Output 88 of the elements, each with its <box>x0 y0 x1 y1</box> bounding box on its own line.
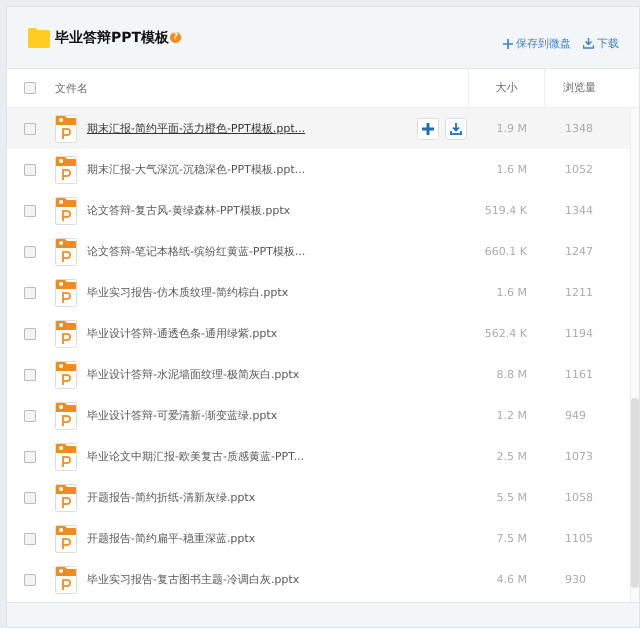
save-button[interactable] <box>417 118 439 140</box>
file-name-link[interactable]: 论文答辩-复古风-黄绿森林-PPT模板.pptx <box>87 203 387 218</box>
folder-icon <box>27 26 51 48</box>
ppt-file-icon <box>55 524 77 552</box>
row-checkbox[interactable] <box>24 532 36 544</box>
row-checkbox[interactable] <box>24 246 36 258</box>
table-row[interactable]: 论文答辩-复古风-黄绿森林-PPT模板.pptx 519.4 K 1344 <box>7 190 630 231</box>
ppt-file-icon <box>55 484 77 512</box>
table-row[interactable]: 毕业论文中期汇报-欧美复古-质感黄蓝-PPT... 2.5 M 1073 <box>7 436 630 477</box>
view-count: 949 <box>564 409 587 422</box>
view-count: 1105 <box>564 532 594 545</box>
row-checkbox[interactable] <box>24 164 36 176</box>
ppt-file-icon <box>55 320 77 348</box>
view-count: 1161 <box>564 368 594 381</box>
table-row[interactable]: 开题报告-简约扁平-稳重深蓝.pptx 7.5 M 1105 <box>7 518 630 559</box>
column-header[interactable]: 大小 <box>468 69 544 107</box>
view-count: 1194 <box>564 327 594 340</box>
ppt-file-icon <box>55 156 77 184</box>
download-button[interactable] <box>445 118 467 140</box>
table-row[interactable]: 毕业实习报告-复古图书主题-冷调白灰.pptx 4.6 M 930 <box>7 559 630 600</box>
ppt-file-icon <box>55 278 77 306</box>
plus-icon <box>503 38 513 48</box>
table-row[interactable]: 期末汇报-大气深沉-沉稳深色-PPT模板.ppt... 1.6 M 1052 <box>7 149 630 190</box>
table-row[interactable]: 论文答辩-笔记本格纸-缤纷红黄蓝-PPT模板... 660.1 K 1247 <box>7 231 630 272</box>
row-checkbox[interactable] <box>24 492 36 504</box>
file-name-link[interactable]: 期末汇报-大气深沉-沉稳深色-PPT模板.ppt... <box>87 162 387 177</box>
row-checkbox[interactable] <box>24 204 36 216</box>
file-name-link[interactable]: 毕业论文中期汇报-欧美复古-质感黄蓝-PPT... <box>87 449 387 464</box>
download-icon <box>450 122 462 134</box>
column-header[interactable]: 文件名 <box>53 80 468 96</box>
plus-icon <box>422 122 434 134</box>
highlighted-row[interactable]: 期末汇报-简约平面-活力橙色-PPT模板.ppt... 1.9 M 1348 <box>7 108 630 149</box>
file-name-link[interactable]: 开题报告-简约折纸-清新灰绿.pptx <box>87 490 387 505</box>
file-size: 1.6 M <box>496 286 527 299</box>
ppt-file-icon <box>55 442 77 470</box>
ppt-file-icon <box>55 238 77 266</box>
view-count: 930 <box>564 573 587 586</box>
save-to-disk-link[interactable]: 保存到微盘 <box>503 36 571 51</box>
download-icon <box>583 38 594 49</box>
file-size: 519.4 K <box>484 204 527 217</box>
file-name-link[interactable]: 毕业实习报告-复古图书主题-冷调白灰.pptx <box>87 572 387 587</box>
file-name-link[interactable]: 毕业设计答辩-通透色条-通用绿紫.pptx <box>87 326 387 341</box>
view-count: 1052 <box>564 163 594 176</box>
file-name-link[interactable]: 论文答辩-笔记本格纸-缤纷红黄蓝-PPT模板... <box>87 244 387 259</box>
table-row[interactable]: 毕业实习报告-仿木质纹理-简约棕白.pptx 1.6 M 1211 <box>7 272 630 313</box>
file-size: 2.5 M <box>496 450 527 463</box>
file-size: 1.9 M <box>496 122 527 135</box>
ppt-file-icon <box>55 114 77 142</box>
file-name-link[interactable]: 毕业设计答辩-水泥墙面纹理-极简灰白.pptx <box>87 367 387 382</box>
select-all-checkbox[interactable] <box>24 82 36 94</box>
column-header[interactable]: 浏览量 <box>544 69 639 107</box>
ppt-file-icon <box>55 402 77 430</box>
scrollbar[interactable] <box>630 108 639 602</box>
file-size: 660.1 K <box>484 245 527 258</box>
view-count: 1058 <box>564 491 594 504</box>
scrollbar-thumb[interactable] <box>631 398 639 588</box>
ppt-file-icon <box>55 196 77 224</box>
file-size: 4.6 M <box>496 573 527 586</box>
view-count: 1344 <box>564 204 594 217</box>
table-row[interactable]: 毕业设计答辩-可爱清新-渐变蓝绿.pptx 1.2 M 949 <box>7 395 630 436</box>
view-count: 1348 <box>564 122 594 135</box>
view-count: 1247 <box>564 245 594 258</box>
file-name-link[interactable]: 开题报告-简约扁平-稳重深蓝.pptx <box>87 531 387 546</box>
view-count: 1211 <box>564 286 594 299</box>
row-checkbox[interactable] <box>24 368 36 380</box>
table-row[interactable]: 毕业设计答辩-通透色条-通用绿紫.pptx 562.4 K 1194 <box>7 313 630 354</box>
file-size: 7.5 M <box>496 532 527 545</box>
page-title: 毕业答辩PPT模板 <box>55 28 170 46</box>
ppt-file-icon <box>55 566 77 594</box>
row-checkbox[interactable] <box>24 328 36 340</box>
view-count: 1073 <box>564 450 594 463</box>
file-size: 562.4 K <box>484 327 527 340</box>
file-name-link[interactable]: 期末汇报-简约平面-活力橙色-PPT模板.ppt... <box>87 121 387 136</box>
row-checkbox[interactable] <box>24 410 36 422</box>
row-checkbox[interactable] <box>24 286 36 298</box>
row-checkbox[interactable] <box>24 122 36 134</box>
file-size: 1.6 M <box>496 163 527 176</box>
download-link[interactable]: 下载 <box>583 36 619 51</box>
file-size: 8.8 M <box>496 368 527 381</box>
file-name-link[interactable]: 毕业实习报告-仿木质纹理-简约棕白.pptx <box>87 285 387 300</box>
file-size: 5.5 M <box>496 491 527 504</box>
row-checkbox[interactable] <box>24 574 36 586</box>
row-checkbox[interactable] <box>24 450 36 462</box>
table-row[interactable]: 开题报告-简约折纸-清新灰绿.pptx 5.5 M 1058 <box>7 477 630 518</box>
file-name-link[interactable]: 毕业设计答辩-可爱清新-渐变蓝绿.pptx <box>87 408 387 423</box>
ppt-file-icon <box>55 360 77 388</box>
file-size: 1.2 M <box>496 409 527 422</box>
table-row[interactable]: 毕业设计答辩-水泥墙面纹理-极简灰白.pptx 8.8 M 1161 <box>7 354 630 395</box>
